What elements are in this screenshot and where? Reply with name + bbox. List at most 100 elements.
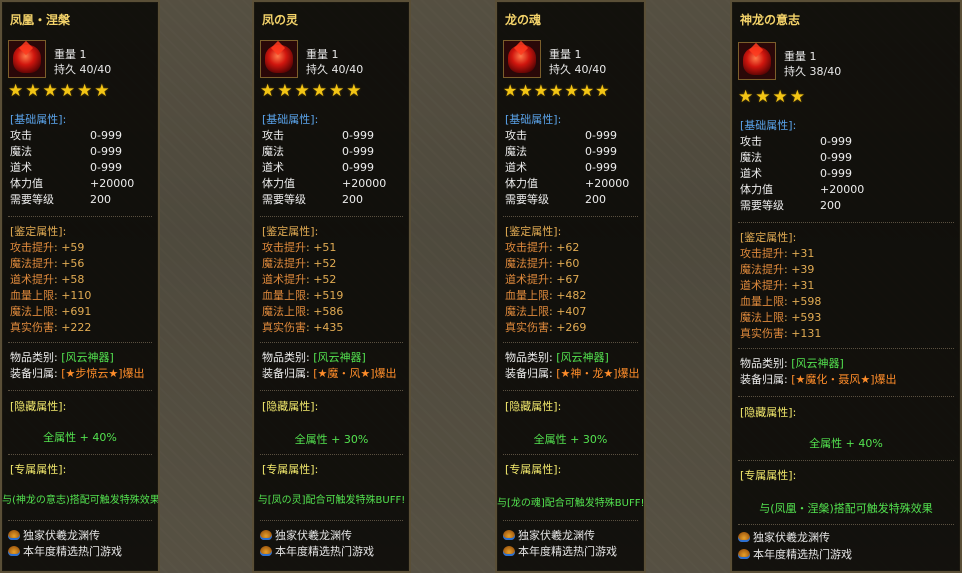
exclusive-attr-value: 与[凤の灵]配合可触发特殊BUFF! xyxy=(257,495,406,506)
base-attr-row: 道术 0-999 xyxy=(740,167,852,180)
divider xyxy=(260,454,403,456)
identify-attr-row: 攻击提升: +31 xyxy=(740,247,815,260)
identify-attr-row: 血量上限: +482 xyxy=(505,289,587,302)
divider xyxy=(503,216,638,218)
item-tooltip-panel: 凤の灵 重量 1 持久 40/40 ★★★★★★ [基础属性]: 攻击 0-999… xyxy=(252,0,411,573)
hidden-attr-header: [隐藏属性]: xyxy=(505,400,562,413)
divider xyxy=(738,524,954,526)
identify-attr-row: 攻击提升: +62 xyxy=(505,241,580,254)
identify-attr-row: 血量上限: +110 xyxy=(10,289,92,302)
divider xyxy=(738,348,954,350)
identify-attr-row: 血量上限: +598 xyxy=(740,295,822,308)
divider xyxy=(8,390,152,392)
footer-line: 本年度精选热门游戏 xyxy=(260,544,374,560)
item-durability: 持久 40/40 xyxy=(306,63,364,76)
base-attr-row: 需要等级 200 xyxy=(505,193,606,206)
base-attr-header: [基础属性]: xyxy=(262,113,319,126)
flame-icon xyxy=(8,546,20,556)
identify-attr-row: 攻击提升: +51 xyxy=(262,241,337,254)
identify-attr-header: [鉴定属性]: xyxy=(10,225,67,238)
base-attr-header: [基础属性]: xyxy=(505,113,562,126)
identify-attr-row: 魔法上限: +586 xyxy=(262,305,344,318)
hidden-attr-header: [隐藏属性]: xyxy=(10,400,67,413)
exclusive-attr-header: [专属属性]: xyxy=(740,469,797,482)
background-strip xyxy=(411,0,495,573)
base-attr-row: 体力值 +20000 xyxy=(740,183,865,196)
base-attr-row: 魔法 0-999 xyxy=(505,145,617,158)
footer-line: 独家伏羲龙渊传 xyxy=(260,528,352,544)
flame-icon xyxy=(260,546,272,556)
identify-attr-row: 真实伤害: +131 xyxy=(740,327,822,340)
identify-attr-header: [鉴定属性]: xyxy=(262,225,319,238)
base-attr-row: 道术 0-999 xyxy=(262,161,374,174)
base-attr-row: 体力值 +20000 xyxy=(505,177,630,190)
identify-attr-row: 道术提升: +58 xyxy=(10,273,85,286)
base-attr-row: 体力值 +20000 xyxy=(262,177,387,190)
footer-line: 独家伏羲龙渊传 xyxy=(503,528,595,544)
identify-attr-row: 真实伤害: +435 xyxy=(262,321,344,334)
footer-line: 独家伏羲龙渊传 xyxy=(8,528,100,544)
hidden-attr-header: [隐藏属性]: xyxy=(262,400,319,413)
hidden-attr-value: 全属性 + 40% xyxy=(43,431,117,444)
hidden-attr-value: 全属性 + 30% xyxy=(294,433,369,446)
base-attr-row: 魔法 0-999 xyxy=(740,151,852,164)
item-title: 龙の魂 xyxy=(505,13,542,27)
divider xyxy=(503,454,638,456)
identify-attr-row: 魔法提升: +60 xyxy=(505,257,580,270)
item-weight: 重量 1 xyxy=(54,48,87,61)
identify-attr-row: 魔法提升: +52 xyxy=(262,257,337,270)
item-tooltip-panel: 龙の魂 重量 1 持久 40/40 ★★★★★★★ [基础属性]: 攻击 0-99… xyxy=(495,0,646,573)
base-attr-row: 魔法 0-999 xyxy=(10,145,122,158)
flame-icon xyxy=(8,530,20,540)
divider xyxy=(503,390,638,392)
base-attr-row: 道术 0-999 xyxy=(10,161,122,174)
item-weight: 重量 1 xyxy=(784,50,817,63)
divider xyxy=(503,520,638,522)
item-tooltip-panel: 凤凰・涅槃 重量 1 持久 40/40 ★★★★★★ [基础属性]: 攻击 0-9… xyxy=(0,0,160,573)
divider xyxy=(260,520,403,522)
item-durability: 持久 40/40 xyxy=(54,63,112,76)
footer-line: 本年度精选热门游戏 xyxy=(738,547,852,563)
game-screen: 凤凰・涅槃 重量 1 持久 40/40 ★★★★★★ [基础属性]: 攻击 0-9… xyxy=(0,0,962,573)
item-tooltip-panel: 神龙の意志 重量 1 持久 38/40 ★★★★ [基础属性]: 攻击 0-999… xyxy=(730,0,962,573)
background-strip xyxy=(646,0,730,573)
divider xyxy=(260,342,403,344)
star-rating-icon: ★★★★★★ xyxy=(8,81,112,101)
identify-attr-row: 魔法提升: +39 xyxy=(740,263,815,276)
flame-icon xyxy=(260,530,272,540)
base-attr-row: 魔法 0-999 xyxy=(262,145,374,158)
item-icon xyxy=(503,40,541,78)
exclusive-attr-value: 与[龙の魂]配合可触发特殊BUFF! xyxy=(497,498,645,509)
identify-attr-header: [鉴定属性]: xyxy=(505,225,562,238)
identify-attr-row: 魔法上限: +407 xyxy=(505,305,587,318)
item-category: 物品类别: [风云神器] xyxy=(10,351,114,364)
background-strip xyxy=(160,0,252,573)
base-attr-row: 攻击 0-999 xyxy=(262,129,374,142)
item-owner: 装备归属: [★魔・风★]爆出 xyxy=(262,367,397,380)
identify-attr-row: 魔法提升: +56 xyxy=(10,257,85,270)
divider xyxy=(8,520,152,522)
identify-attr-row: 血量上限: +519 xyxy=(262,289,344,302)
footer-line: 本年度精选热门游戏 xyxy=(8,544,122,560)
identify-attr-row: 道术提升: +67 xyxy=(505,273,580,286)
exclusive-attr-header: [专属属性]: xyxy=(505,463,562,476)
flame-icon xyxy=(503,546,515,556)
item-icon xyxy=(8,40,46,78)
base-attr-row: 需要等级 200 xyxy=(262,193,363,206)
base-attr-row: 需要等级 200 xyxy=(10,193,111,206)
item-icon xyxy=(260,40,298,78)
identify-attr-row: 道术提升: +52 xyxy=(262,273,337,286)
base-attr-row: 攻击 0-999 xyxy=(505,129,617,142)
hidden-attr-header: [隐藏属性]: xyxy=(740,406,797,419)
divider xyxy=(738,396,954,398)
identify-attr-header: [鉴定属性]: xyxy=(740,231,797,244)
divider xyxy=(260,390,403,392)
star-rating-icon: ★★★★ xyxy=(738,87,807,107)
item-durability: 持久 38/40 xyxy=(784,65,842,78)
identify-attr-row: 真实伤害: +269 xyxy=(505,321,587,334)
base-attr-row: 体力值 +20000 xyxy=(10,177,135,190)
item-category: 物品类别: [风云神器] xyxy=(262,351,366,364)
footer-line: 本年度精选热门游戏 xyxy=(503,544,617,560)
divider xyxy=(8,454,152,456)
base-attr-row: 攻击 0-999 xyxy=(10,129,122,142)
